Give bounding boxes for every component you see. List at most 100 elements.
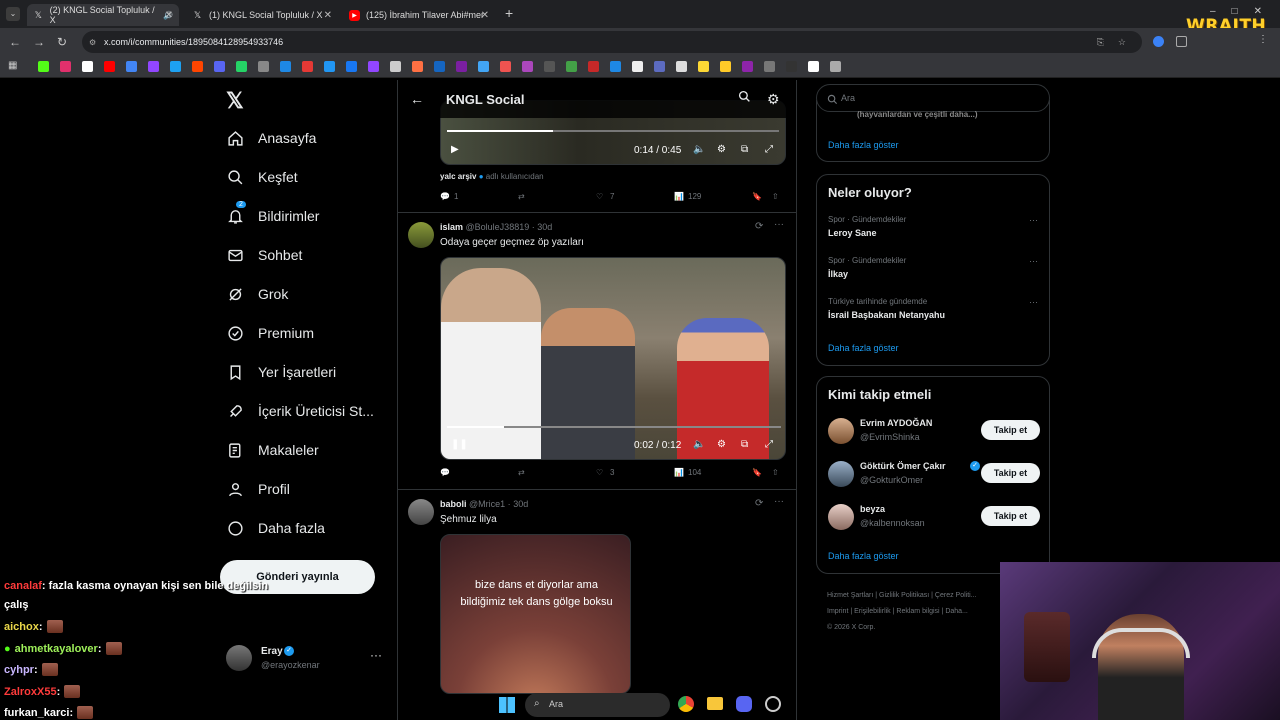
tab-2[interactable]: 𝕏 (1) KNGL Social Topluluk / X ✕ [186, 4, 338, 26]
play-icon[interactable]: ▶ [451, 144, 459, 155]
nav-profile[interactable]: Profil [226, 474, 290, 504]
like-icon[interactable]: ♡ [596, 192, 603, 201]
reply-icon[interactable]: 💬 [440, 468, 450, 477]
badge-icon: ● [4, 642, 11, 655]
close-tab-icon[interactable]: ✕ [324, 10, 332, 21]
tweet-video[interactable]: bize dans et diyorlar ama bildiğimiz tek… [440, 534, 631, 694]
views-icon[interactable]: 📊 [674, 192, 684, 201]
nav-explore[interactable]: Keşfet [226, 162, 298, 192]
close-tab-icon[interactable]: ✕ [165, 10, 173, 21]
bookmark-star-icon[interactable]: ☆ [1118, 37, 1126, 48]
video-settings-icon[interactable]: ⚙ [717, 439, 726, 450]
back-icon[interactable]: ← [9, 35, 21, 49]
show-more-link[interactable]: Daha fazla göster [828, 343, 899, 353]
share-icon[interactable]: ⇧ [772, 468, 779, 477]
bookmark-icons[interactable] [38, 56, 868, 78]
share-icon[interactable]: ⇧ [772, 192, 779, 201]
pip-icon[interactable]: ⧉ [741, 144, 748, 155]
follow-suggestion[interactable]: Göktürk Ömer Çakır ✓ @GokturkOmer Takip … [828, 459, 1040, 491]
like-icon[interactable]: ♡ [596, 468, 603, 477]
back-arrow-icon[interactable]: ← [410, 91, 424, 107]
start-windows-icon[interactable] [499, 697, 515, 713]
video-settings-icon[interactable]: ⚙ [717, 144, 726, 155]
forward-icon[interactable]: → [33, 35, 45, 49]
bookmark-icon[interactable]: 🔖 [752, 468, 762, 477]
file-explorer-icon[interactable] [707, 697, 723, 710]
install-icon[interactable]: ⎘ [1097, 37, 1104, 48]
views-icon[interactable]: 📊 [674, 468, 684, 477]
video-controls: ❚❚ 0:02 / 0:12 🔈 ⚙ ⧉ ⤢ [441, 427, 785, 459]
follow-button[interactable]: Takip et [981, 506, 1040, 526]
bookmark-icon [226, 363, 244, 381]
reply-icon[interactable]: 💬 [440, 192, 450, 201]
tab-1[interactable]: 𝕏 (2) KNGL Social Topluluk / X 🔊 ✕ [27, 4, 179, 26]
nav-home[interactable]: Anasayfa [226, 123, 316, 153]
more-dots-icon[interactable]: ··· [1029, 215, 1038, 225]
retweet-icon[interactable]: ⇄ [518, 468, 525, 477]
webcam-headset [1092, 628, 1190, 658]
show-more-link[interactable]: Daha fazla göster [828, 140, 899, 150]
url-input[interactable]: ⚙ x.com/i/communities/189508412895493374… [82, 31, 1142, 53]
article-icon [226, 441, 244, 459]
trend-item[interactable]: Spor · Gündemdekiler Leroy Sane ··· [828, 215, 1038, 238]
more-dots-icon[interactable]: ··· [370, 648, 382, 662]
bell-icon: 2 [226, 201, 246, 225]
more-dots-icon[interactable]: ··· [1029, 256, 1038, 266]
nav-premium[interactable]: Premium [226, 318, 314, 348]
x-logo-icon[interactable]: 𝕏 [226, 88, 244, 114]
tweet-header: islam @BoluleJ38819 · 30d [440, 222, 553, 232]
trend-item[interactable]: Spor · Gündemdekiler İlkay ··· [828, 256, 1038, 279]
fullscreen-icon[interactable]: ⤢ [765, 439, 773, 450]
close-tab-icon[interactable]: ✕ [481, 10, 489, 21]
grok-icon[interactable]: ⟳ [755, 498, 763, 509]
more-dots-icon[interactable]: ··· [774, 496, 784, 507]
follow-button[interactable]: Takip et [981, 420, 1040, 440]
grok-icon[interactable]: ⟳ [755, 221, 763, 232]
tab-list-button[interactable]: ⌄ [6, 7, 20, 21]
chrome-taskbar-icon[interactable] [678, 696, 694, 712]
video-controls: ▶ 0:14 / 0:45 🔈 ⚙ ⧉ ⤢ [441, 132, 785, 164]
more-dots-icon[interactable]: ··· [774, 219, 784, 230]
browser-tabbar: ⌄ 𝕏 (2) KNGL Social Topluluk / X 🔊 ✕ 𝕏 (… [0, 0, 1280, 28]
app-taskbar-icon[interactable] [765, 696, 781, 712]
settings-gear-icon[interactable]: ⚙ [767, 91, 780, 108]
fullscreen-icon[interactable]: ⤢ [765, 144, 773, 155]
nav-articles[interactable]: Makaleler [226, 435, 319, 465]
nav-more[interactable]: Daha fazla [226, 513, 325, 543]
chat-message-cont: çalış [4, 599, 29, 611]
more-dots-icon[interactable]: ··· [1029, 297, 1038, 307]
discord-taskbar-icon[interactable] [736, 696, 752, 712]
tweet-video[interactable]: ❚❚ 0:02 / 0:12 🔈 ⚙ ⧉ ⤢ [440, 257, 786, 460]
extension-icons[interactable]: ⋮ [1150, 34, 1270, 48]
pause-icon[interactable]: ❚❚ [451, 439, 468, 450]
tweet-3[interactable]: baboli @Mrice1 · 30d ⟳ ··· Şehmuz lilya … [398, 490, 796, 720]
avatar [828, 504, 854, 530]
account-switcher[interactable]: Eray ✓ @erayozkenar ··· [226, 642, 386, 678]
nav-grok[interactable]: Grok [226, 279, 288, 309]
volume-icon[interactable]: 🔈 [693, 144, 705, 155]
taskbar-search-input[interactable]: ⌕ Ara [525, 693, 670, 717]
apps-grid-icon[interactable]: ▦ [8, 60, 17, 71]
reload-icon[interactable]: ↻ [57, 35, 67, 49]
pip-icon[interactable]: ⧉ [741, 439, 748, 450]
trend-item[interactable]: Türkiye tarihinde gündemde İsrail Başbak… [828, 297, 1038, 320]
home-icon [226, 129, 244, 147]
nav-messages[interactable]: Sohbet [226, 240, 302, 270]
follow-suggestion[interactable]: beyza @kalbennoksan Takip et [828, 502, 1040, 534]
follow-button[interactable]: Takip et [981, 463, 1040, 483]
tweet-2[interactable]: islam @BoluleJ38819 · 30d ⟳ ··· Odaya ge… [398, 213, 796, 490]
nav-creator-studio[interactable]: İçerik Üreticisi St... [226, 396, 374, 426]
search-icon[interactable] [738, 90, 751, 108]
verified-badge-icon: ✓ [970, 461, 980, 471]
show-more-link[interactable]: Daha fazla göster [828, 551, 899, 561]
nav-notifications[interactable]: 2 Bildirimler [226, 201, 319, 231]
nav-bookmarks[interactable]: Yer İşaretleri [226, 357, 336, 387]
page-title: KNGL Social [446, 91, 525, 107]
retweet-icon[interactable]: ⇄ [518, 192, 525, 201]
follow-suggestion[interactable]: Evrim AYDOĞAN @EvrimShinka Takip et [828, 416, 1040, 448]
tab-3[interactable]: ▶ (125) İbrahim Tilaver Abi#mem ✕ [343, 4, 495, 26]
bookmark-icon[interactable]: 🔖 [752, 192, 762, 201]
site-info-icon[interactable]: ⚙ [89, 38, 96, 47]
volume-icon[interactable]: 🔈 [693, 439, 705, 450]
new-tab-button[interactable]: + [505, 5, 513, 21]
